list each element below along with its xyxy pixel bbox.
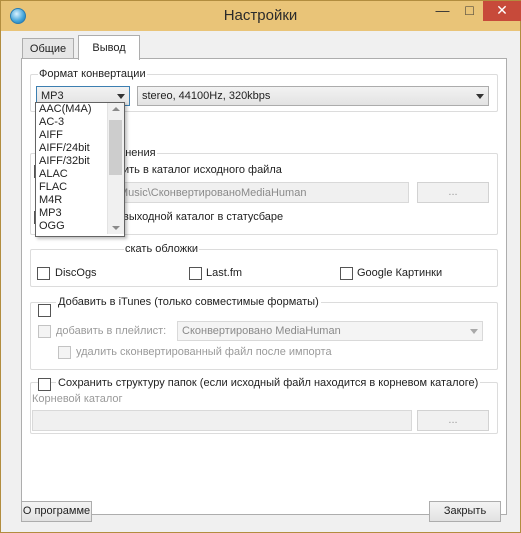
statusbar-label: выходной каталог в статусбаре [123, 211, 284, 223]
keep-structure-label: Сохранить структуру папок (если исходный… [56, 377, 481, 389]
discogs-label: DiscOgs [55, 267, 97, 279]
itunes-group: Добавить в iTunes (только совместимые фо… [30, 296, 498, 370]
close-window-button[interactable]: ✕ [483, 1, 521, 21]
about-button[interactable]: О программе [21, 501, 92, 522]
playlist-label: добавить в плейлист: [56, 325, 167, 337]
browse-output-button[interactable]: ... [417, 182, 489, 203]
scroll-up-icon[interactable] [112, 107, 120, 111]
chevron-down-icon [117, 94, 125, 99]
chevron-down-icon [476, 94, 484, 99]
lastfm-checkbox[interactable] [189, 267, 202, 280]
covers-group: скать обложки DiscOgs Last.fm Google Кар… [30, 243, 498, 287]
output-path-value: Music\СконвертированоMediaHuman [119, 187, 307, 199]
structure-group: Сохранить структуру папок (если исходный… [30, 377, 498, 434]
format-group-label: Формат конвертации [38, 68, 147, 80]
tab-output[interactable]: Вывод [78, 35, 140, 60]
close-button[interactable]: Закрыть [429, 501, 501, 522]
scroll-down-icon[interactable] [112, 226, 120, 230]
scrollbar-thumb[interactable] [109, 120, 122, 175]
root-folder-field[interactable] [32, 410, 412, 431]
itunes-label: Добавить в iTunes (только совместимые фо… [56, 296, 321, 308]
dropdown-scrollbar[interactable] [107, 103, 124, 234]
format-select-value: MP3 [41, 90, 64, 102]
quality-select-value: stereo, 44100Hz, 320kbps [142, 90, 271, 102]
playlist-select[interactable]: Сконвертировано MediaHuman [177, 321, 483, 341]
root-folder-label: Корневой каталог [32, 393, 123, 405]
settings-window: Настройки — □ ✕ Общие Вывод Формат конве… [0, 0, 521, 533]
lastfm-label: Last.fm [206, 267, 243, 279]
google-images-label: Google Картинки [357, 267, 443, 279]
maximize-button[interactable]: □ [456, 1, 483, 21]
playlist-checkbox[interactable] [38, 325, 51, 338]
delete-after-import-label: удалить сконвертированный файл после имп… [76, 346, 332, 358]
itunes-checkbox[interactable] [38, 304, 51, 317]
keep-structure-checkbox[interactable] [38, 378, 51, 391]
discogs-checkbox[interactable] [37, 267, 50, 280]
minimize-button[interactable]: — [429, 1, 456, 21]
source-folder-label: ить в каталог исходного файла [123, 164, 282, 176]
playlist-select-value: Сконвертировано MediaHuman [182, 325, 341, 337]
title-bar[interactable]: Настройки — □ ✕ [1, 1, 521, 31]
chevron-down-icon [470, 329, 478, 334]
delete-after-import-checkbox[interactable] [58, 346, 71, 359]
browse-root-button[interactable]: ... [417, 410, 489, 431]
covers-group-label: скать обложки [124, 243, 200, 255]
quality-select[interactable]: stereo, 44100Hz, 320kbps [137, 86, 489, 106]
output-path-field[interactable]: Music\СконвертированоMediaHuman [114, 182, 409, 203]
google-images-checkbox[interactable] [340, 267, 353, 280]
tab-general[interactable]: Общие [22, 38, 74, 59]
format-dropdown-list[interactable]: AAC(M4A) AC-3 AIFF AIFF/24bit AIFF/32bit… [35, 102, 125, 237]
